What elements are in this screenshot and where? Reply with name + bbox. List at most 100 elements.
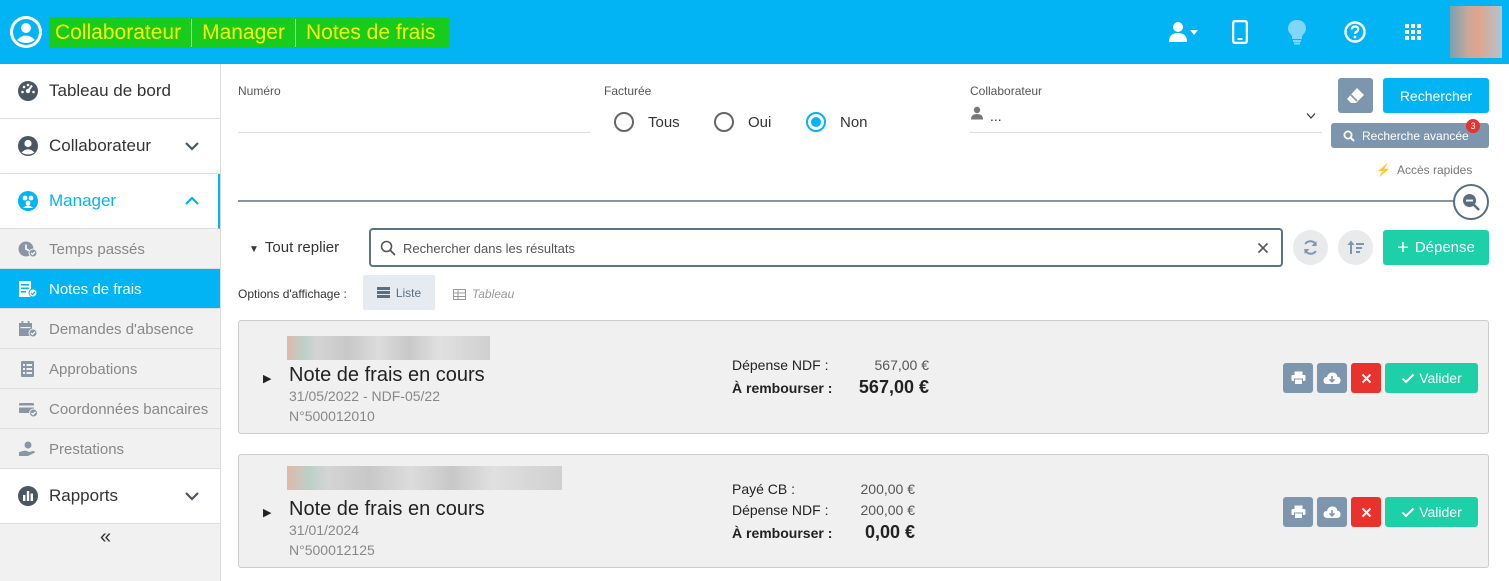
team-icon [18,191,38,211]
quick-access-label: Accès rapides [1396,163,1473,177]
total-label: À rembourser : [732,380,833,396]
receipt-icon [19,281,38,298]
sidebar-item-label: Collaborateur [49,136,152,155]
print-button[interactable] [1283,363,1313,393]
radio-label-non[interactable]: Non [840,114,868,131]
sidebar-item-tableau-de-bord[interactable]: Tableau de bord [0,64,220,119]
cloud-download-icon [1323,372,1341,384]
expense-report-card[interactable]: ▶ Note de frais en cours 31/05/2022 - ND… [238,320,1489,434]
delete-button[interactable] [1351,497,1381,527]
results-search-input[interactable] [403,238,1243,258]
table-icon [453,288,466,300]
chart-icon [18,486,38,506]
delete-button[interactable] [1351,363,1381,393]
sidebar-item-label: Manager [49,191,117,210]
amount-value: 200,00 € [860,481,916,497]
validate-label: Valider [1419,504,1462,520]
breadcrumb: Collaborateur Manager Notes de frais [49,17,449,48]
collaborateur-underline [970,132,1322,133]
numero-input[interactable] [238,132,590,133]
refresh-button[interactable] [1293,230,1328,265]
avatar[interactable] [1450,6,1502,58]
sidebar-item-temps-passes[interactable]: Temps passés [0,229,220,269]
sidebar-item-collaborateur[interactable]: Collaborateur [0,119,220,174]
sidebar-item-coordonnees-bancaires[interactable]: Coordonnées bancaires [0,389,220,429]
sort-icon [1347,240,1364,254]
sidebar-item-demandes-absence[interactable]: Demandes d'absence [0,309,220,349]
breadcrumb-collaborateur[interactable]: Collaborateur [52,19,191,47]
view-table-button[interactable]: Tableau [453,287,514,301]
mobile-icon[interactable] [1224,18,1256,46]
search-button[interactable]: Rechercher [1383,78,1489,113]
hand-service-icon [19,441,35,456]
radio-non[interactable] [806,112,826,132]
lightbulb-icon[interactable] [1281,18,1313,46]
amount-value: 567,00 € [874,357,930,373]
view-list-button[interactable]: Liste [363,275,435,310]
clear-search-icon[interactable] [1257,242,1269,254]
sidebar-item-label: Temps passés [49,241,145,258]
quick-access-link[interactable]: ⚡ Accès rapides [1376,163,1472,177]
card-date-ref: 31/05/2022 - NDF-05/22 [289,388,440,404]
close-icon [1361,373,1371,383]
chevron-down-icon[interactable] [184,139,200,153]
print-button[interactable] [1283,497,1313,527]
expense-report-card[interactable]: ▶ Note de frais en cours 31/01/2024 N°50… [238,454,1489,568]
breadcrumb-manager[interactable]: Manager [191,18,295,47]
credit-card-icon [19,403,38,418]
validate-button[interactable]: Valider [1385,363,1478,393]
cloud-download-icon [1323,506,1341,518]
sidebar-item-rapports[interactable]: Rapports [0,469,220,524]
results-search-box[interactable] [369,228,1283,267]
chevron-down-icon[interactable] [1306,112,1316,120]
dashboard-icon [18,81,38,101]
list-icon [376,287,390,298]
sidebar-item-label: Notes de frais [49,281,142,298]
plus-icon: + [1397,236,1409,259]
collapse-all-button[interactable]: ▼ Tout replier [249,239,339,256]
download-button[interactable] [1317,363,1347,393]
radio-oui[interactable] [714,112,734,132]
advanced-search-label: Recherche avancée [1362,128,1469,143]
chevron-down-icon[interactable] [184,489,200,503]
view-list-label: Liste [395,285,422,300]
sort-button[interactable] [1338,230,1373,265]
chevron-up-icon[interactable] [184,194,200,208]
check-icon [1402,373,1415,383]
total-value: 567,00 € [858,377,929,397]
add-expense-button[interactable]: + Dépense [1383,230,1489,265]
radio-label-tous[interactable]: Tous [648,114,680,131]
check-icon [1402,507,1415,517]
card-number: N°500012010 [289,408,375,424]
apps-grid-icon[interactable] [1397,18,1429,46]
validate-button[interactable]: Valider [1385,497,1478,527]
sidebar-item-manager[interactable]: Manager [0,174,220,229]
help-icon[interactable] [1339,18,1371,46]
sidebar-item-notes-de-frais[interactable]: Notes de frais [0,269,220,309]
validate-label: Valider [1419,370,1462,386]
collapse-sidebar-button[interactable]: « [100,526,111,549]
download-button[interactable] [1317,497,1347,527]
collaborator-name-redacted [287,466,562,490]
breadcrumb-notes-de-frais[interactable]: Notes de frais [294,18,446,47]
sidebar-item-approbations[interactable]: Approbations [0,349,220,389]
view-table-label: Tableau [472,287,515,301]
display-options-label: Options d'affichage : [238,287,347,301]
bolt-icon: ⚡ [1376,163,1391,177]
radio-tous[interactable] [614,112,634,132]
user-switch-icon[interactable] [1168,18,1200,46]
print-icon [1291,371,1305,385]
toggle-filters-button[interactable] [1453,184,1489,220]
amount-value: 200,00 € [860,502,916,518]
user-circle-icon[interactable] [10,16,42,48]
collaborateur-select[interactable]: ... [990,108,1002,124]
radio-label-oui[interactable]: Oui [748,114,771,131]
expand-caret-icon[interactable]: ▶ [263,506,271,519]
sidebar-item-prestations[interactable]: Prestations [0,429,220,469]
clear-filters-button[interactable] [1338,78,1373,113]
zoom-out-icon [1463,194,1480,211]
sidebar-item-label: Rapports [49,486,118,505]
amount-label: Dépense NDF : [732,357,829,373]
expand-caret-icon[interactable]: ▶ [263,372,271,385]
total-value: 0,00 € [864,522,915,542]
